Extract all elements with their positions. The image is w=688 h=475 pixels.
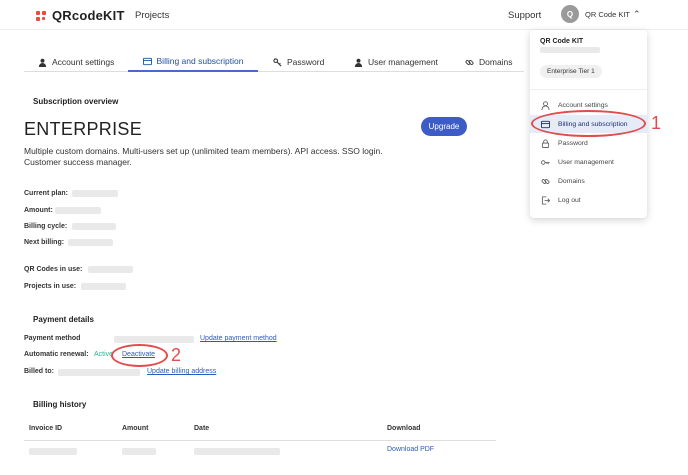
lock-icon <box>541 139 550 148</box>
annotation-ring-2 <box>111 344 168 367</box>
logout-icon <box>541 195 550 205</box>
plan-title: ENTERPRISE <box>24 119 143 139</box>
payment-method-value <box>114 336 194 343</box>
column-invoice-id: Invoice ID <box>29 425 63 432</box>
tab-account-settings[interactable]: Account settings <box>38 52 114 72</box>
download-pdf-link[interactable]: Download PDF <box>387 446 434 453</box>
column-download: Download <box>387 425 421 432</box>
menu-item-log-out[interactable]: Log out <box>530 191 647 209</box>
account-name[interactable]: QR Code KIT <box>585 10 630 19</box>
current-plan-value <box>72 190 118 197</box>
tab-domains[interactable]: Domains <box>465 52 513 72</box>
dropdown-account-name: QR Code KIT <box>540 38 584 45</box>
dropdown-account-email <box>540 47 600 53</box>
qr-codes-in-use-label: QR Codes in use: <box>24 266 83 273</box>
key-icon <box>541 159 550 165</box>
billed-to-label: Billed to: <box>24 368 54 375</box>
annotation-number-1: 1 <box>651 113 662 133</box>
amount-label: Amount: <box>24 207 53 214</box>
nav-projects-link[interactable]: Projects <box>135 10 169 21</box>
annotation-number-2: 2 <box>171 345 182 365</box>
link-icon <box>465 59 474 65</box>
plan-description: Multiple custom domains. Multi-users set… <box>24 146 383 167</box>
update-payment-method-link[interactable]: Update payment method <box>200 335 277 342</box>
billing-cycle-value <box>72 223 116 230</box>
invoice-date-value <box>194 448 280 455</box>
logo-mark-icon <box>36 10 46 21</box>
link-icon <box>541 178 550 184</box>
tab-user-management[interactable]: User management <box>354 52 438 72</box>
billing-cycle-label: Billing cycle: <box>24 223 68 230</box>
invoice-amount-value <box>122 448 156 455</box>
next-billing-value <box>68 239 113 246</box>
billing-history-heading: Billing history <box>33 400 87 409</box>
table-divider <box>24 440 496 441</box>
column-amount: Amount <box>122 425 149 432</box>
tab-billing-and-subscription[interactable]: Billing and subscription <box>128 52 258 72</box>
tab-password[interactable]: Password <box>273 52 324 72</box>
subscription-overview-heading: Subscription overview <box>33 97 119 106</box>
card-icon <box>142 57 152 65</box>
avatar[interactable]: Q <box>561 5 579 23</box>
projects-in-use-label: Projects in use: <box>24 283 77 290</box>
payment-details-heading: Payment details <box>33 315 94 324</box>
upgrade-button[interactable]: Upgrade <box>421 117 467 136</box>
annotation-ring-1 <box>531 110 646 137</box>
user-icon <box>541 100 550 110</box>
projects-in-use-value <box>81 283 126 290</box>
billed-to-value <box>58 369 140 376</box>
automatic-renewal-label: Automatic renewal: <box>24 351 89 358</box>
qr-codes-in-use-value <box>88 266 133 273</box>
column-date: Date <box>194 425 210 432</box>
user-icon <box>38 58 47 67</box>
dropdown-divider <box>530 89 647 90</box>
chevron-up-icon[interactable]: ⌃ <box>633 9 641 20</box>
app-logo[interactable]: QRcodeKIT <box>36 8 125 23</box>
amount-value <box>55 207 101 214</box>
settings-tabs: Account settings Billing and subscriptio… <box>24 52 524 72</box>
next-billing-label: Next billing: <box>24 239 65 246</box>
menu-item-user-management[interactable]: User management <box>530 153 647 171</box>
plan-tier-badge: Enterprise Tier 1 <box>540 65 602 78</box>
nav-support-link[interactable]: Support <box>508 10 541 21</box>
key-icon <box>273 57 282 66</box>
update-billing-address-link[interactable]: Update billing address <box>147 368 216 375</box>
payment-method-label: Payment method <box>24 335 81 342</box>
invoice-id-value <box>29 448 77 455</box>
user-icon <box>354 58 363 67</box>
logo-text: QRcodeKIT <box>52 8 125 23</box>
current-plan-label: Current plan: <box>24 190 68 197</box>
menu-item-domains[interactable]: Domains <box>530 172 647 190</box>
